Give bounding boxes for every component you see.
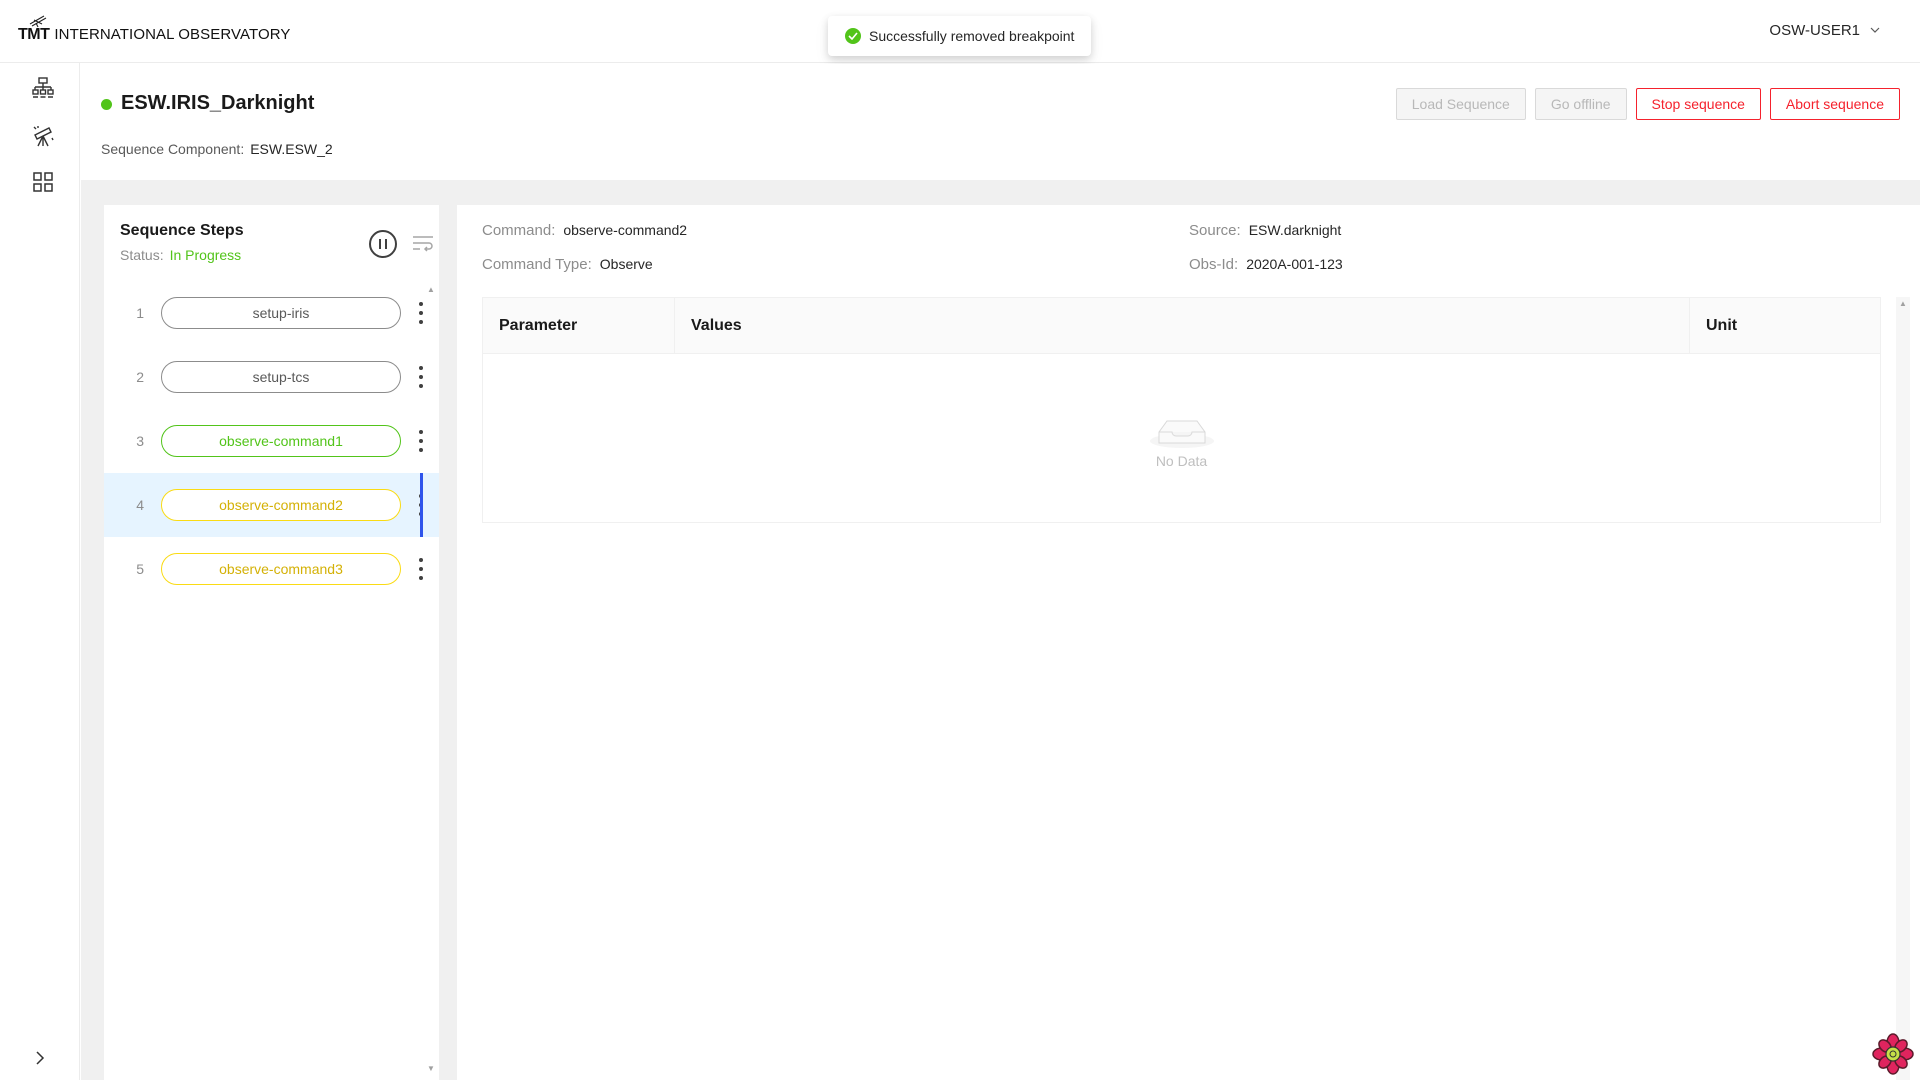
step-number: 5 xyxy=(136,561,144,577)
user-menu[interactable]: OSW-USER1 xyxy=(1769,22,1880,39)
devtools-flower-icon[interactable] xyxy=(1872,1033,1914,1075)
step-button[interactable]: setup-tcs xyxy=(161,361,401,393)
obs-id-label: Obs-Id: xyxy=(1189,256,1239,273)
success-toast: Successfully removed breakpoint xyxy=(828,16,1091,56)
pause-icon-bar xyxy=(385,239,387,249)
step-button[interactable]: observe-command2 xyxy=(161,489,401,521)
obs-id-value: 2020A-001-123 xyxy=(1246,256,1343,272)
scroll-down-arrow-icon[interactable]: ▼ xyxy=(423,1064,439,1074)
more-vertical-icon[interactable] xyxy=(418,430,424,452)
go-offline-button[interactable]: Go offline xyxy=(1534,88,1627,120)
step-item: 1 setup-iris xyxy=(104,281,439,345)
source-value: ESW.darknight xyxy=(1248,222,1342,238)
status-dot xyxy=(101,99,112,110)
empty-inbox-icon xyxy=(1149,420,1214,448)
column-header-values: Values xyxy=(674,298,1689,354)
steps-status: Status: In Progress xyxy=(120,247,241,263)
table-header: Parameter Values Unit xyxy=(483,298,1880,354)
steps-status-label: Status: xyxy=(120,247,164,263)
command-value: observe-command2 xyxy=(563,222,688,238)
step-number: 2 xyxy=(136,369,144,385)
obs-id-field: Obs-Id: 2020A-001-123 xyxy=(1189,256,1343,273)
pause-sequence-button[interactable] xyxy=(369,230,397,258)
step-item-selected: 4 observe-command2 xyxy=(104,473,439,537)
user-name: OSW-USER1 xyxy=(1769,22,1860,39)
more-vertical-icon[interactable] xyxy=(418,558,424,580)
scroll-up-arrow-icon[interactable]: ▲ xyxy=(1896,299,1910,308)
empty-state: No Data xyxy=(483,354,1880,522)
step-button[interactable]: observe-command1 xyxy=(161,425,401,457)
grid-icon[interactable] xyxy=(30,169,56,195)
column-header-unit: Unit xyxy=(1689,298,1880,354)
empty-text: No Data xyxy=(1155,452,1208,469)
step-number: 1 xyxy=(136,305,144,321)
more-vertical-icon[interactable] xyxy=(418,366,424,388)
load-sequence-button[interactable]: Load Sequence xyxy=(1395,88,1526,120)
toast-message: Successfully removed breakpoint xyxy=(869,28,1075,44)
source-label: Source: xyxy=(1189,222,1241,239)
telescope-logo-icon xyxy=(29,15,47,28)
step-details-panel: Command: observe-command2 Command Type: Ob… xyxy=(457,205,1920,1080)
sequence-component-label: Sequence Component: xyxy=(101,141,245,157)
command-type-field: Command Type: Observe xyxy=(482,256,653,273)
step-item: 3 observe-command1 xyxy=(104,409,439,473)
logo-text: INTERNATIONAL OBSERVATORY xyxy=(54,26,291,43)
logo-mark: TMT xyxy=(18,15,50,44)
pause-icon xyxy=(379,239,381,249)
step-number: 4 xyxy=(136,497,144,513)
sequencer-actions: Load Sequence Go offline Stop sequence A… xyxy=(1395,88,1900,120)
step-number: 3 xyxy=(136,433,144,449)
sequencer-header: ESW.IRIS_Darknight Sequence Component: ES… xyxy=(81,64,1920,180)
step-button[interactable]: setup-iris xyxy=(161,297,401,329)
command-label: Command: xyxy=(482,222,556,239)
telescope-icon[interactable] xyxy=(30,123,56,149)
tmt-logo[interactable]: TMT INTERNATIONAL OBSERVATORY xyxy=(18,14,291,44)
steps-title: Sequence Steps xyxy=(120,222,244,239)
steps-status-value: In Progress xyxy=(169,247,242,263)
step-button[interactable]: observe-command3 xyxy=(161,553,401,585)
sequencer-title: ESW.IRIS_Darknight xyxy=(121,92,315,114)
sequence-component: Sequence Component: ESW.ESW_2 xyxy=(101,141,333,157)
side-nav xyxy=(0,63,80,1080)
chevron-down-icon xyxy=(1870,27,1880,33)
more-vertical-icon[interactable] xyxy=(418,494,424,516)
details-scrollbar[interactable]: ▲ xyxy=(1896,297,1910,1080)
hierarchy-icon[interactable] xyxy=(30,75,56,101)
check-circle-icon xyxy=(845,28,861,44)
duplicate-steps-icon[interactable] xyxy=(411,233,435,255)
logo-mark-text: TMT xyxy=(18,26,50,43)
sequence-component-value: ESW.ESW_2 xyxy=(250,141,333,157)
abort-sequence-button[interactable]: Abort sequence xyxy=(1769,88,1900,120)
parameters-table: Parameter Values Unit No Data xyxy=(482,297,1881,523)
command-type-label: Command Type: xyxy=(482,256,592,273)
stop-sequence-button[interactable]: Stop sequence xyxy=(1635,88,1761,120)
more-vertical-icon[interactable] xyxy=(418,302,424,324)
column-header-parameter: Parameter xyxy=(499,317,578,334)
step-item: 2 setup-tcs xyxy=(104,345,439,409)
step-item: 5 observe-command3 xyxy=(104,537,439,601)
command-type-value: Observe xyxy=(599,256,653,272)
source-field: Source: ESW.darknight xyxy=(1189,222,1341,239)
chevron-right-icon[interactable] xyxy=(30,1048,50,1068)
sequencer-title-row: ESW.IRIS_Darknight xyxy=(101,92,314,115)
steps-list[interactable]: ▲ 1 setup-iris 2 setup-tcs 3 observe-com… xyxy=(104,281,439,1080)
sequence-steps-panel: Sequence Steps Status: In Progress ▲ 1 se… xyxy=(104,205,439,1080)
command-field: Command: observe-command2 xyxy=(482,222,687,239)
